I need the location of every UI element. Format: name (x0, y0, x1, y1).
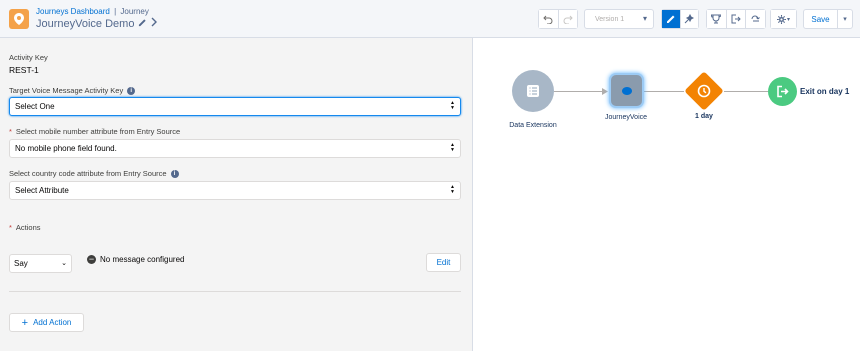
activity-key-label: Activity Key (9, 53, 48, 62)
required-asterisk: * (9, 127, 12, 136)
activity-key-value: REST-1 (9, 65, 39, 75)
target-voice-value: Select One (15, 102, 55, 111)
arrow-head-icon (602, 88, 608, 95)
country-code-label-text: Select country code attribute from Entry… (9, 169, 167, 178)
sort-arrows-icon: ▲ ▼ (450, 142, 455, 153)
version-select[interactable]: Version 1 ▾ (584, 9, 654, 29)
map-pin-icon (9, 9, 29, 29)
mode-toggle-group (661, 9, 699, 29)
add-action-label: Add Action (33, 318, 72, 327)
action-status-text: No message configured (100, 255, 185, 264)
breadcrumb-separator: | (114, 7, 117, 16)
divider (9, 291, 461, 292)
target-voice-label: Target Voice Message Activity Key i (9, 86, 136, 95)
add-action-button[interactable]: + Add Action (9, 313, 84, 332)
mobile-attribute-select[interactable]: No mobile phone field found. ▲ ▼ (9, 139, 461, 158)
target-voice-select[interactable]: Select One ▲ ▼ (9, 97, 461, 116)
connector-line (554, 91, 607, 92)
connector-line (724, 91, 768, 92)
breadcrumb: Journeys Dashboard | Journey (36, 7, 149, 16)
undo-button[interactable] (539, 10, 559, 28)
country-code-value: Select Attribute (15, 186, 69, 195)
exit-label: Exit on day 1 (800, 87, 850, 96)
chevron-down-icon: ⌄ (61, 260, 67, 267)
clock-icon (697, 84, 711, 98)
custom-activity-icon (621, 86, 632, 95)
trophy-icon (711, 14, 722, 24)
target-voice-label-text: Target Voice Message Activity Key (9, 86, 124, 95)
sort-arrows-icon: ▲ ▼ (450, 100, 455, 111)
journey-tools-group (706, 9, 766, 29)
exit-node[interactable] (768, 77, 797, 106)
info-icon[interactable]: i (170, 169, 179, 178)
test-mode-button[interactable] (680, 10, 698, 28)
data-extension-label: Data Extension (509, 122, 557, 129)
edit-action-button[interactable]: Edit (426, 253, 461, 272)
edit-mode-button[interactable] (662, 10, 681, 28)
pencil-icon (666, 15, 675, 23)
version-label: Version 1 (595, 15, 625, 23)
action-type-select[interactable]: Say ⌄ (9, 254, 72, 273)
save-options-button[interactable]: ▾ (838, 10, 852, 28)
chevron-down-icon: ▾ (843, 16, 847, 23)
mobile-attribute-label-text: Select mobile number attribute from Entr… (15, 127, 181, 136)
chevron-down-icon: ▾ (642, 14, 647, 23)
chevron-down-icon: ▾ (786, 16, 790, 23)
reentry-button[interactable] (746, 10, 766, 28)
journeyvoice-node[interactable] (611, 75, 642, 106)
plus-icon: + (21, 316, 29, 329)
goal-button[interactable] (707, 10, 727, 28)
wait-duration-label: 1 day (695, 113, 713, 120)
save-button[interactable]: Save (804, 10, 838, 28)
redo-button[interactable] (558, 10, 577, 28)
country-code-label: Select country code attribute from Entry… (9, 169, 179, 178)
action-status: − No message configured (87, 255, 185, 264)
journey-name: JourneyVoice Demo (36, 17, 135, 30)
breadcrumb-dashboard-link[interactable]: Journeys Dashboard (36, 7, 110, 16)
breadcrumb-current: Journey (120, 7, 149, 16)
settings-button[interactable]: ▾ (771, 10, 796, 28)
exit-icon (777, 85, 789, 98)
journey-title: JourneyVoice Demo (36, 17, 158, 30)
redo-icon (563, 15, 573, 24)
info-icon[interactable]: i (127, 86, 136, 95)
activity-config-panel: Activity Key REST-1 Target Voice Message… (0, 38, 473, 351)
data-extension-icon (527, 85, 539, 97)
actions-label-text: Actions (15, 223, 41, 232)
minus-circle-icon: − (87, 254, 96, 264)
top-header: Journeys Dashboard | Journey JourneyVoic… (0, 0, 860, 38)
sort-arrows-icon: ▲ ▼ (450, 184, 455, 195)
undo-redo-group (538, 9, 578, 29)
edit-pencil-icon[interactable] (138, 18, 147, 30)
reentry-icon (751, 15, 761, 22)
gear-icon (776, 14, 786, 24)
mobile-attribute-label: * Select mobile number attribute from En… (9, 127, 180, 136)
action-type-value: Say (14, 259, 28, 268)
data-extension-node[interactable] (512, 70, 554, 112)
exit-icon (731, 14, 741, 24)
settings-group: ▾ (770, 9, 797, 29)
actions-label: * Actions (9, 223, 41, 232)
country-code-select[interactable]: Select Attribute ▲ ▼ (9, 181, 461, 200)
connector-line (642, 91, 684, 92)
required-asterisk: * (9, 223, 12, 232)
wait-node[interactable] (684, 71, 724, 111)
journey-canvas[interactable]: Data Extension JourneyVoice 1 day Exit o… (474, 38, 860, 351)
save-button-group: Save ▾ (803, 9, 853, 29)
exit-criteria-button[interactable] (726, 10, 747, 28)
undo-icon (543, 15, 553, 24)
chevron-right-icon[interactable] (151, 17, 158, 30)
journeyvoice-label: JourneyVoice (604, 114, 648, 121)
wand-icon (684, 14, 695, 24)
mobile-attribute-value: No mobile phone field found. (15, 144, 117, 153)
